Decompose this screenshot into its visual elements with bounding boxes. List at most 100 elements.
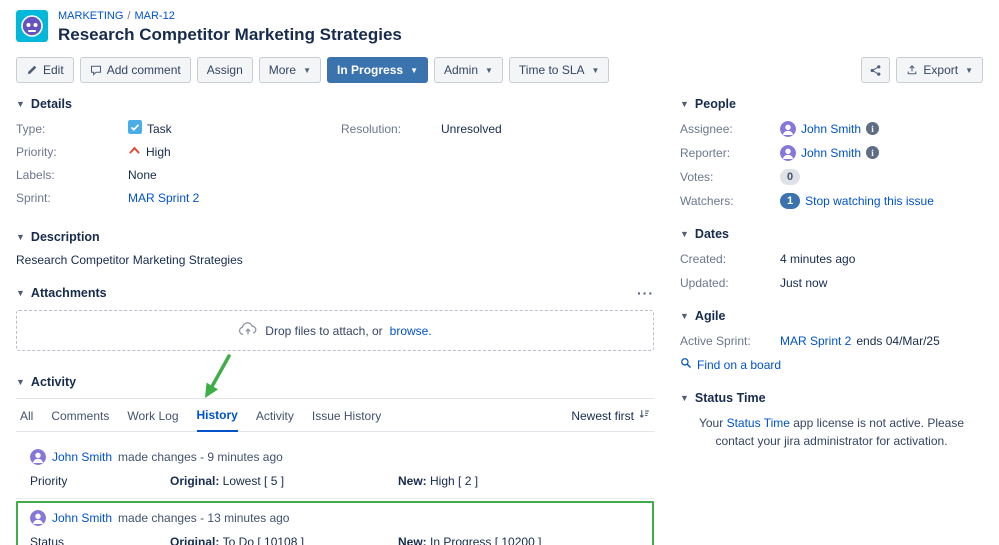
chevron-down-icon: ▼: [680, 100, 689, 109]
tab-work-log[interactable]: Work Log: [127, 409, 178, 431]
resolution-row: Resolution: Unresolved: [341, 120, 654, 137]
change-original: Original: Lowest [ 5 ]: [170, 474, 398, 488]
admin-label: Admin: [444, 63, 478, 77]
info-icon[interactable]: i: [866, 146, 879, 159]
change-new: New: High [ 2 ]: [398, 474, 644, 488]
dropzone-text: Drop files to attach, or: [265, 324, 382, 338]
edit-label: Edit: [43, 63, 64, 77]
add-comment-button[interactable]: Add comment: [80, 57, 191, 83]
more-button[interactable]: More ▼: [259, 57, 321, 83]
user-link[interactable]: John Smith: [52, 511, 112, 525]
more-label: More: [269, 63, 296, 77]
tab-history[interactable]: History: [197, 408, 238, 432]
description-section: ▼ Description Research Competitor Market…: [16, 230, 654, 267]
attachments-menu-icon[interactable]: ···: [637, 285, 654, 301]
find-on-board-row: Find on a board: [680, 356, 983, 373]
active-sprint-link[interactable]: MAR Sprint 2: [780, 334, 851, 348]
chevron-down-icon: ▼: [485, 66, 493, 75]
details-grid: Type: Task Priority: High: [16, 120, 654, 212]
admin-button[interactable]: Admin ▼: [434, 57, 503, 83]
watchers-row: Watchers: 1 Stop watching this issue: [680, 192, 983, 209]
activity-heading: Activity: [31, 375, 76, 389]
status-time-message: Your Status Time app license is not acti…: [686, 414, 977, 450]
jira-issue-page: MARKETING/MAR-12 Research Competitor Mar…: [0, 0, 999, 545]
page-title: Research Competitor Marketing Strategies: [58, 25, 402, 45]
priority-high-icon: [128, 144, 141, 160]
dates-header[interactable]: ▼ Dates: [680, 227, 983, 241]
details-header[interactable]: ▼ Details: [16, 97, 654, 111]
watchers-label: Watchers:: [680, 194, 780, 208]
export-button[interactable]: Export ▼: [896, 57, 983, 83]
activity-header[interactable]: ▼ Activity: [16, 375, 654, 389]
people-header[interactable]: ▼ People: [680, 97, 983, 111]
agile-header[interactable]: ▼ Agile: [680, 309, 983, 323]
change-row: Status Original: To Do [ 10108 ] New: In…: [30, 535, 644, 545]
updated-label: Updated:: [680, 276, 780, 290]
created-row: Created: 4 minutes ago: [680, 250, 983, 267]
share-button[interactable]: [861, 57, 890, 83]
agile-section: ▼ Agile Active Sprint: MAR Sprint 2 ends…: [680, 309, 983, 373]
priority-value: High: [128, 144, 171, 160]
sprint-link[interactable]: MAR Sprint 2: [128, 191, 199, 205]
labels-row: Labels: None: [16, 166, 341, 183]
breadcrumb-issue-link[interactable]: MAR-12: [134, 10, 174, 22]
resolution-label: Resolution:: [341, 122, 441, 136]
browse-link[interactable]: browse.: [390, 324, 432, 338]
entry-head: John Smith made changes - 9 minutes ago: [30, 449, 644, 465]
votes-badge[interactable]: 0: [780, 169, 800, 185]
assignee-link[interactable]: John Smith: [801, 122, 861, 136]
comment-icon: [90, 64, 102, 76]
info-icon[interactable]: i: [866, 122, 879, 135]
details-left: Type: Task Priority: High: [16, 120, 341, 212]
description-text: Research Competitor Marketing Strategies: [16, 253, 654, 267]
change-field: Status: [30, 535, 170, 545]
main-column: ▼ Details Type: Task Priority:: [16, 97, 654, 545]
details-right: Resolution: Unresolved: [341, 120, 654, 212]
type-text: Task: [147, 122, 172, 136]
edit-button[interactable]: Edit: [16, 57, 74, 83]
breadcrumb-project-link[interactable]: MARKETING: [58, 10, 123, 22]
entry-action: made changes - 9 minutes ago: [118, 450, 283, 464]
add-comment-label: Add comment: [107, 63, 181, 77]
details-section: ▼ Details Type: Task Priority:: [16, 97, 654, 212]
find-on-board-link[interactable]: Find on a board: [697, 358, 781, 372]
attachments-dropzone[interactable]: Drop files to attach, or browse.: [16, 310, 654, 351]
agile-heading: Agile: [695, 309, 726, 323]
status-time-header[interactable]: ▼ Status Time: [680, 391, 983, 405]
assign-button[interactable]: Assign: [197, 57, 253, 83]
change-row: Priority Original: Lowest [ 5 ] New: Hig…: [30, 474, 644, 488]
watchers-badge[interactable]: 1: [780, 193, 800, 209]
change-new: New: In Progress [ 10200 ]: [398, 535, 644, 545]
chevron-down-icon: ▼: [16, 289, 25, 298]
user-link[interactable]: John Smith: [52, 450, 112, 464]
assignee-label: Assignee:: [680, 122, 780, 136]
attachments-header: ▼ Attachments ···: [16, 285, 654, 301]
resolution-value: Unresolved: [441, 122, 502, 136]
reporter-link[interactable]: John Smith: [801, 146, 861, 160]
description-header[interactable]: ▼ Description: [16, 230, 654, 244]
attachments-heading: Attachments: [31, 286, 107, 300]
header-text: MARKETING/MAR-12 Research Competitor Mar…: [58, 10, 402, 45]
time-to-sla-button[interactable]: Time to SLA ▼: [509, 57, 610, 83]
status-button[interactable]: In Progress ▼: [327, 57, 428, 83]
active-sprint-row: Active Sprint: MAR Sprint 2 ends 04/Mar/…: [680, 332, 983, 349]
tab-activity[interactable]: Activity: [256, 409, 294, 431]
chevron-down-icon: ▼: [680, 394, 689, 403]
status-time-link[interactable]: Status Time: [727, 416, 790, 430]
history-entry: John Smith made changes - 9 minutes ago …: [16, 440, 654, 499]
export-label: Export: [923, 63, 958, 77]
project-avatar[interactable]: [16, 10, 48, 42]
chevron-down-icon: ▼: [16, 100, 25, 109]
priority-text: High: [146, 145, 171, 159]
breadcrumb: MARKETING/MAR-12: [58, 10, 402, 22]
tab-issue-history[interactable]: Issue History: [312, 409, 381, 431]
chevron-down-icon: ▼: [16, 233, 25, 242]
tab-comments[interactable]: Comments: [51, 409, 109, 431]
active-sprint-label: Active Sprint:: [680, 334, 780, 348]
sprint-row: Sprint: MAR Sprint 2: [16, 189, 341, 206]
stop-watching-link[interactable]: Stop watching this issue: [805, 194, 934, 208]
sort-toggle[interactable]: Newest first: [571, 408, 650, 431]
tab-all[interactable]: All: [20, 409, 33, 431]
chevron-down-icon: ▼: [303, 66, 311, 75]
export-icon: [906, 64, 918, 76]
